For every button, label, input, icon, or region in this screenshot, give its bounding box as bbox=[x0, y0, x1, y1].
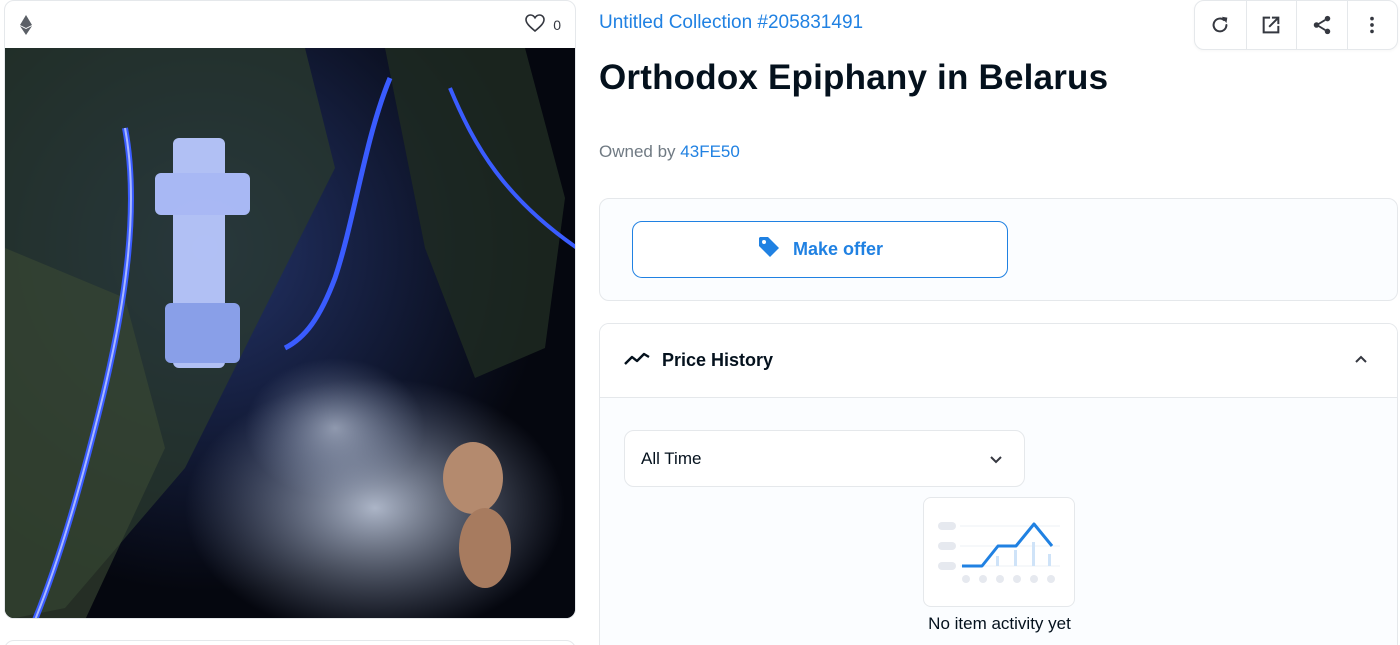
owned-by-label: Owned by bbox=[599, 142, 676, 161]
cross-of-ice-splash-photo bbox=[5, 48, 575, 618]
asset-image-card: 0 bbox=[4, 0, 576, 619]
refresh-button[interactable] bbox=[1195, 1, 1246, 49]
share-button[interactable] bbox=[1296, 1, 1347, 49]
open-external-button[interactable] bbox=[1245, 1, 1297, 49]
price-history-header[interactable]: Price History bbox=[600, 324, 1397, 398]
heart-icon[interactable] bbox=[525, 14, 546, 35]
item-toolbar bbox=[1194, 0, 1398, 50]
refresh-icon bbox=[1212, 16, 1228, 33]
item-title: Orthodox Epiphany in Belarus bbox=[599, 58, 1109, 97]
tag-icon bbox=[757, 235, 781, 264]
chart-placeholder-icon bbox=[923, 497, 1075, 607]
more-options-button[interactable] bbox=[1346, 1, 1398, 49]
time-range-select[interactable]: All Time bbox=[624, 430, 1025, 487]
time-range-value: All Time bbox=[641, 448, 702, 468]
collection-link[interactable]: Untitled Collection #205831491 bbox=[599, 12, 863, 34]
favorite-control[interactable]: 0 bbox=[525, 14, 561, 35]
chevron-up-icon[interactable] bbox=[1353, 351, 1369, 372]
external-link-icon bbox=[1262, 16, 1280, 34]
chevron-down-icon bbox=[988, 452, 1004, 473]
owner-line: Owned by 43FE50 bbox=[599, 142, 740, 162]
empty-activity-text: No item activity yet bbox=[928, 614, 1071, 633]
offer-panel: Make offer bbox=[599, 198, 1398, 301]
asset-details-card bbox=[4, 640, 576, 645]
make-offer-label: Make offer bbox=[792, 239, 884, 259]
make-offer-button[interactable]: Make offer bbox=[632, 221, 1008, 278]
asset-card-header: 0 bbox=[5, 1, 575, 48]
owner-link[interactable]: 43FE50 bbox=[680, 142, 740, 161]
nft-image[interactable] bbox=[5, 48, 575, 618]
share-icon bbox=[1313, 15, 1330, 35]
trend-line-icon bbox=[624, 349, 650, 372]
more-vertical-icon bbox=[1370, 16, 1375, 34]
favorite-count: 0 bbox=[553, 16, 561, 33]
ethereum-icon bbox=[19, 14, 33, 35]
price-history-title: Price History bbox=[662, 350, 774, 370]
price-history-panel: Price History All Time No item activity … bbox=[599, 323, 1398, 645]
